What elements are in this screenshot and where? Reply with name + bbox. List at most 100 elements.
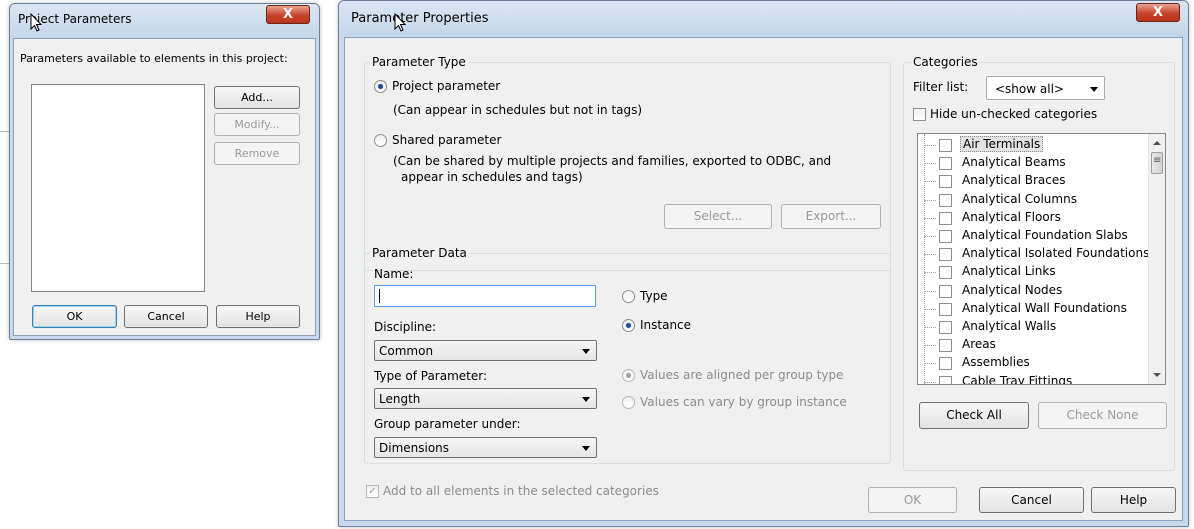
export-button[interactable]: Export... — [781, 204, 881, 229]
scroll-up-icon[interactable] — [1153, 141, 1161, 145]
category-checkbox[interactable] — [939, 230, 952, 243]
category-checkbox[interactable] — [939, 248, 952, 262]
hide-unchecked-checkbox[interactable] — [913, 108, 926, 121]
category-item[interactable]: Analytical Isolated Foundations — [924, 245, 1164, 263]
category-item[interactable]: Analytical Walls — [924, 318, 1164, 336]
ok-button[interactable]: OK — [868, 487, 957, 513]
project-parameter-label[interactable]: Project parameter — [392, 79, 500, 93]
hide-unchecked-label[interactable]: Hide un-checked categories — [930, 107, 1097, 121]
shared-parameter-note: (Can be shared by multiple projects and … — [393, 154, 832, 168]
category-checkbox[interactable] — [939, 175, 952, 189]
instance-radio[interactable] — [622, 319, 635, 332]
parameters-list[interactable] — [31, 84, 205, 292]
select-button[interactable]: Select... — [664, 204, 772, 229]
category-checkbox[interactable] — [939, 266, 952, 280]
category-item[interactable]: Analytical Floors — [924, 209, 1164, 227]
category-checkbox[interactable] — [939, 375, 952, 384]
chevron-down-icon — [1090, 87, 1098, 92]
add-to-all-label[interactable]: Add to all elements in the selected cate… — [383, 484, 659, 498]
title-bar[interactable]: Project Parameters X — [10, 4, 319, 38]
tree-vertical-connector — [924, 134, 925, 384]
type-radio[interactable] — [622, 290, 635, 303]
category-label: Analytical Foundation Slabs — [962, 228, 1128, 242]
category-label: Analytical Nodes — [962, 282, 1063, 297]
background-tick — [0, 131, 9, 132]
category-checkbox[interactable] — [939, 284, 952, 298]
categories-scrollbar[interactable] — [1148, 134, 1165, 384]
discipline-label: Discipline: — [374, 320, 437, 334]
category-checkbox[interactable] — [939, 339, 952, 353]
scroll-thumb[interactable] — [1151, 152, 1163, 174]
group-under-select[interactable]: Dimensions — [374, 437, 597, 458]
type-of-parameter-select[interactable]: Length — [374, 388, 597, 409]
shared-parameter-radio[interactable] — [374, 134, 387, 147]
tree-connector — [924, 363, 936, 365]
close-button[interactable]: X — [1136, 3, 1180, 22]
category-item[interactable]: Analytical Beams — [924, 154, 1164, 172]
help-button[interactable]: Help — [216, 305, 300, 328]
category-item[interactable]: Analytical Braces — [924, 172, 1164, 190]
values-vary-radio[interactable] — [622, 396, 635, 409]
shared-parameter-note: appear in schedules and tags) — [401, 170, 583, 184]
category-item[interactable]: Areas — [924, 336, 1164, 354]
tree-connector — [924, 254, 936, 256]
text-caret — [379, 289, 380, 303]
tree-connector — [924, 199, 936, 201]
check-all-button[interactable]: Check All — [919, 402, 1029, 429]
tree-connector — [924, 145, 936, 146]
window-title: Parameter Properties — [351, 11, 489, 26]
name-input[interactable] — [374, 285, 596, 307]
category-checkbox[interactable] — [939, 302, 952, 316]
filter-list-select[interactable]: <show all> — [986, 76, 1105, 100]
help-button[interactable]: Help — [1091, 487, 1176, 513]
category-checkbox[interactable] — [939, 357, 952, 371]
project-parameter-note: (Can appear in schedules but not in tags… — [393, 103, 643, 117]
category-checkbox[interactable] — [939, 157, 952, 171]
add-to-all-checkbox[interactable]: ✓ — [366, 485, 379, 498]
cancel-button[interactable]: Cancel — [124, 305, 208, 328]
category-label: Analytical Floors — [962, 209, 1061, 224]
category-item[interactable]: Air Terminals — [924, 136, 1164, 154]
category-item[interactable]: Analytical Wall Foundations — [924, 300, 1164, 318]
close-button[interactable]: X — [266, 5, 310, 24]
tree-connector — [924, 327, 936, 328]
title-bar[interactable]: Parameter Properties X — [339, 1, 1188, 37]
category-item[interactable]: Analytical Nodes — [924, 282, 1164, 300]
category-label: Air Terminals — [960, 136, 1044, 152]
category-item[interactable]: Assemblies — [924, 354, 1164, 372]
mouse-cursor-icon — [394, 13, 407, 32]
type-label[interactable]: Type — [640, 289, 668, 303]
values-aligned-radio[interactable] — [622, 369, 635, 382]
shared-parameter-label[interactable]: Shared parameter — [392, 133, 501, 147]
check-none-button[interactable]: Check None — [1038, 402, 1167, 429]
ok-button[interactable]: OK — [32, 305, 117, 328]
add-button[interactable]: Add... — [214, 86, 300, 109]
project-parameter-radio[interactable] — [374, 80, 387, 93]
modify-button[interactable]: Modify... — [214, 113, 300, 136]
category-checkbox[interactable] — [939, 193, 952, 207]
category-checkbox[interactable] — [939, 321, 952, 334]
category-item[interactable]: Analytical Foundation Slabs — [924, 227, 1164, 245]
category-checkbox[interactable] — [939, 211, 952, 225]
category-label: Analytical Links — [962, 264, 1056, 279]
category-item[interactable]: Cable Tray Fittings — [924, 373, 1164, 384]
values-vary-label[interactable]: Values can vary by group instance — [640, 395, 847, 409]
scroll-down-icon[interactable] — [1153, 373, 1161, 377]
categories-tree[interactable]: Air Terminals Analytical Beams Analytical … — [917, 133, 1166, 385]
tree-connector — [924, 381, 936, 383]
parameter-properties-window: Parameter Properties X Parameter Type Pr… — [338, 0, 1189, 527]
values-aligned-label[interactable]: Values are aligned per group type — [640, 368, 844, 382]
filter-list-label: Filter list: — [913, 80, 969, 94]
project-parameters-window: Project Parameters X Parameters availabl… — [9, 3, 320, 340]
discipline-select[interactable]: Common — [374, 340, 597, 361]
category-checkbox[interactable] — [939, 139, 952, 152]
remove-button[interactable]: Remove — [214, 142, 300, 165]
group-under-select-value: Dimensions — [379, 441, 450, 455]
category-item[interactable]: Analytical Links — [924, 263, 1164, 281]
cancel-button[interactable]: Cancel — [979, 487, 1084, 513]
category-label: Analytical Wall Foundations — [962, 300, 1127, 315]
instance-label[interactable]: Instance — [640, 318, 691, 332]
category-label: Areas — [962, 337, 996, 352]
chevron-down-icon — [582, 446, 590, 451]
category-item[interactable]: Analytical Columns — [924, 191, 1164, 209]
